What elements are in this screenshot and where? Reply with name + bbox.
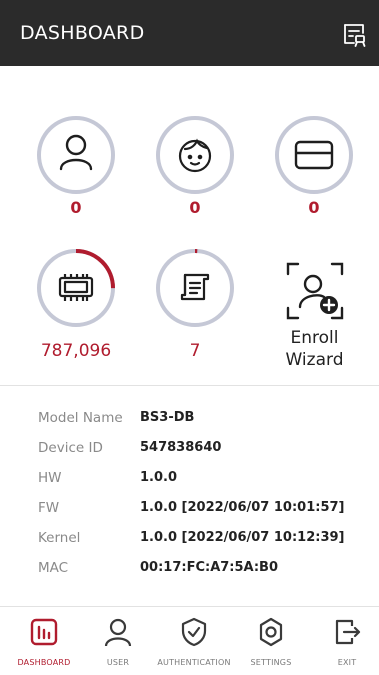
user-icon (59, 134, 93, 171)
user-icon (104, 618, 132, 647)
card-count: 0 (308, 198, 320, 217)
info-key: FW (38, 500, 60, 516)
log-icon (180, 273, 210, 301)
chip-icon (58, 274, 94, 301)
face-icon (178, 138, 212, 173)
document-list-icon[interactable] (342, 22, 368, 48)
nav-settings[interactable]: SETTINGS (231, 607, 311, 675)
info-value: BS3-DB (140, 410, 195, 425)
info-row-model: Model Name BS3-DB (38, 410, 358, 434)
info-row-kernel: Kernel 1.0.0 [2022/06/07 10:12:39] (38, 530, 358, 554)
info-row-mac: MAC 00:17:FC:A7:5A:B0 (38, 560, 358, 584)
info-value: 1.0.0 [2022/06/07 10:12:39] (140, 530, 345, 545)
info-key: Kernel (38, 530, 81, 546)
nav-label: EXIT (337, 658, 357, 667)
info-value: 547838640 (140, 440, 222, 455)
info-key: Device ID (38, 440, 103, 456)
bottom-nav: DASHBOARD USER AUTHENTICATION SETTINGS E… (0, 607, 379, 675)
shield-check-icon (181, 617, 207, 647)
user-count-tile[interactable] (36, 115, 116, 195)
dashboard-icon (30, 618, 58, 646)
enroll-label-line2: Wizard (285, 350, 344, 370)
face-count: 0 (189, 198, 201, 217)
card-count-tile[interactable] (274, 115, 354, 195)
memory-usage-tile[interactable] (36, 248, 116, 328)
section-divider (0, 385, 379, 386)
face-count-tile[interactable] (155, 115, 235, 195)
nav-authentication[interactable]: AUTHENTICATION (154, 607, 234, 675)
nav-dashboard[interactable]: DASHBOARD (4, 607, 84, 675)
exit-icon (335, 619, 361, 645)
info-row-hw: HW 1.0.0 (38, 470, 358, 494)
info-value: 1.0.0 (140, 470, 178, 485)
enroll-label-line1: Enroll (290, 328, 339, 348)
info-key: MAC (38, 560, 69, 576)
info-row-fw: FW 1.0.0 [2022/06/07 10:01:57] (38, 500, 358, 524)
info-value: 00:17:FC:A7:5A:B0 (140, 560, 279, 575)
nav-label: DASHBOARD (17, 658, 71, 667)
header-bar: DASHBOARD (0, 0, 379, 66)
nav-label: USER (106, 658, 130, 667)
user-count: 0 (70, 198, 82, 217)
enroll-wizard-button[interactable]: Enroll Wizard (272, 260, 357, 370)
enroll-user-icon (286, 262, 344, 320)
nav-user[interactable]: USER (78, 607, 158, 675)
info-key: HW (38, 470, 62, 486)
page-title: DASHBOARD (20, 22, 145, 44)
log-count: 7 (189, 341, 201, 361)
memory-count: 787,096 (40, 341, 112, 361)
nav-label: AUTHENTICATION (157, 658, 231, 667)
card-icon (294, 140, 334, 170)
info-row-device-id: Device ID 547838640 (38, 440, 358, 464)
info-key: Model Name (38, 410, 123, 426)
log-count-tile[interactable] (155, 248, 235, 328)
gear-icon (259, 617, 283, 647)
nav-label: SETTINGS (250, 658, 292, 667)
info-value: 1.0.0 [2022/06/07 10:01:57] (140, 500, 345, 515)
nav-exit[interactable]: EXIT (307, 607, 379, 675)
